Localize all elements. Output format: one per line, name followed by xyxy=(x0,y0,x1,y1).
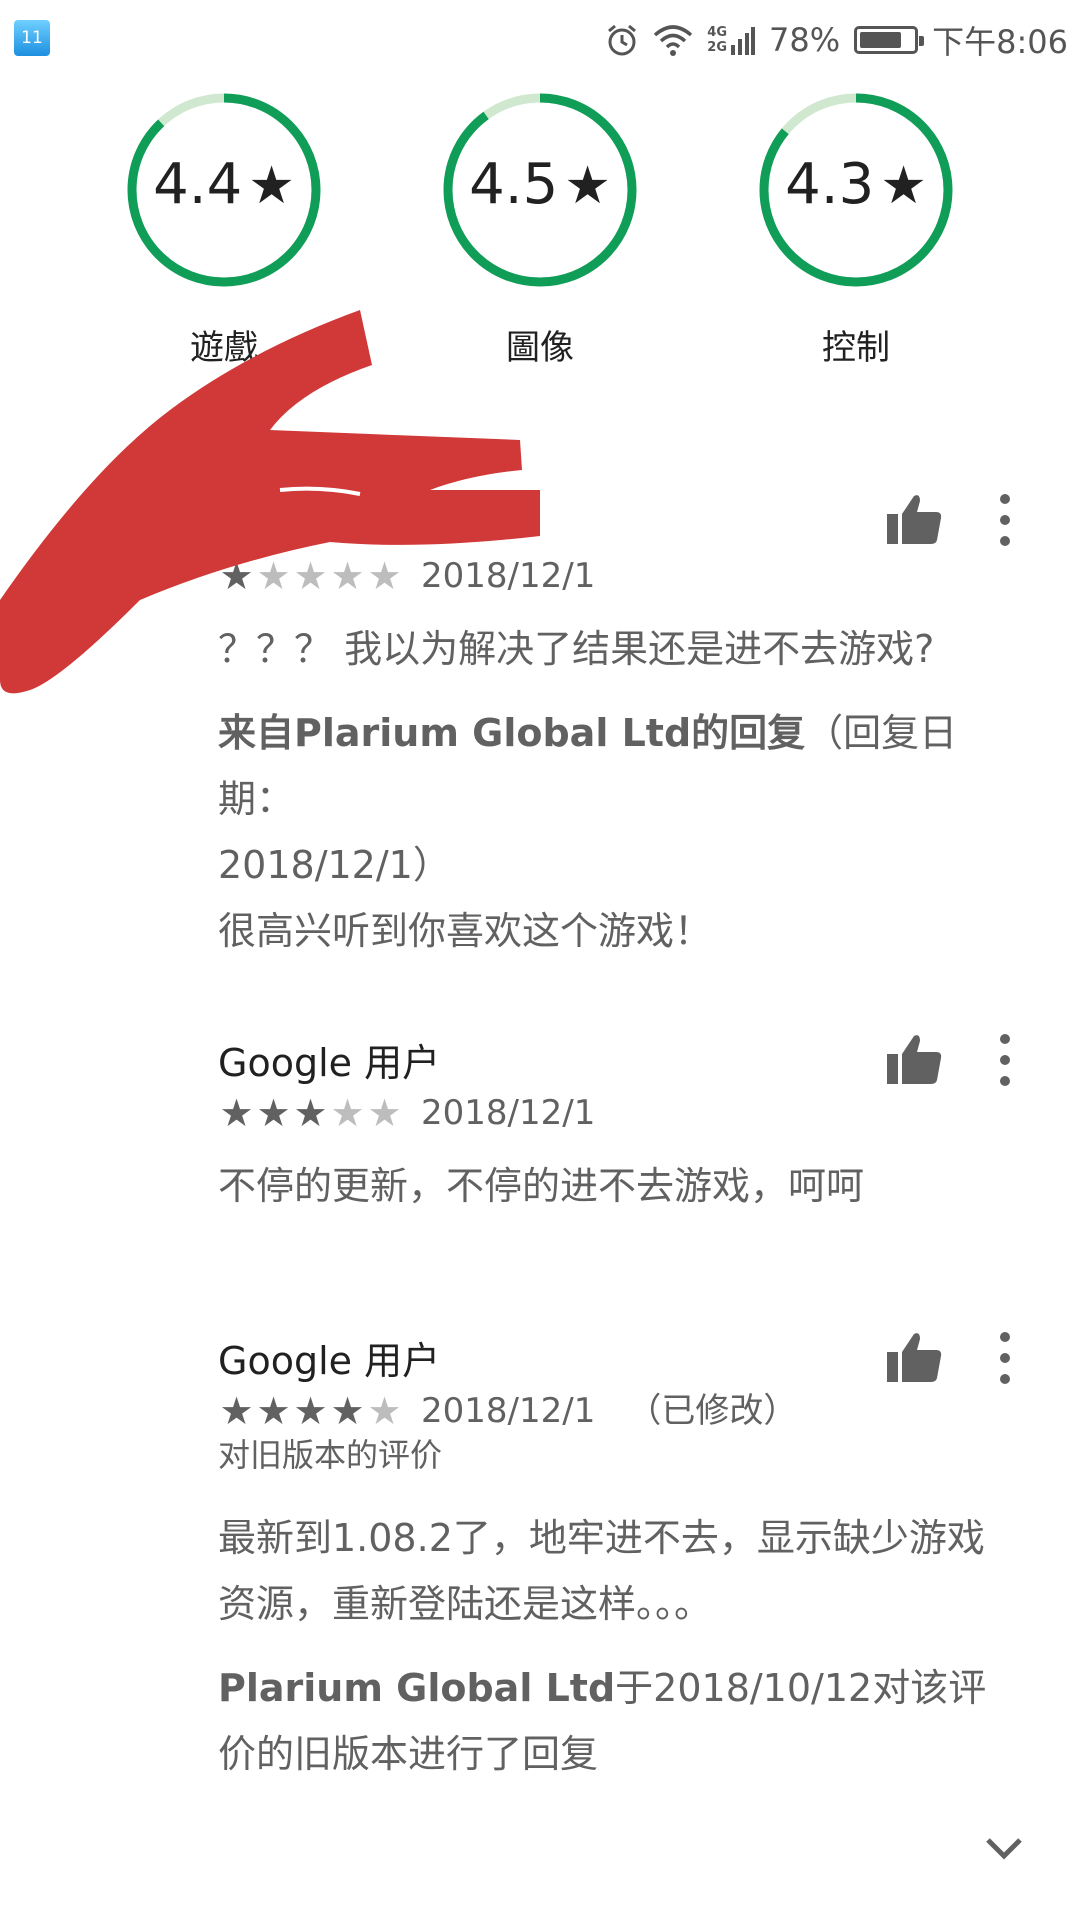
reply-date: 2018/12/1） xyxy=(218,843,451,887)
rating-controls: 4.3 ★ 控制 xyxy=(754,88,958,369)
review-meta: ★ ★ ★ ★ ★ 2018/12/1 xyxy=(218,1089,1018,1137)
star-filled-icon: ★ xyxy=(293,1389,328,1433)
rating-value: 4.5 ★ xyxy=(469,152,611,217)
thumbs-up-icon[interactable] xyxy=(884,1328,944,1388)
star-empty-icon: ★ xyxy=(367,1389,402,1433)
review-card: Google 用户 ★ ★ ★ ★ ★ 2018/12/1 （已修改） 对旧版本的评价 … xyxy=(218,1335,1018,1787)
star-filled-icon: ★ xyxy=(330,1389,365,1433)
star-filled-icon: ★ xyxy=(219,1389,254,1433)
signal-icon xyxy=(731,27,755,55)
notification-app-icon: 11 xyxy=(14,20,50,56)
rating-value: 4.3 ★ xyxy=(785,152,927,217)
review-text: 最新到1.08.2了，地牢进不去，显示缺少游戏资源，重新登陆还是这样。。。 xyxy=(218,1516,985,1626)
thumbs-up-icon[interactable] xyxy=(884,490,944,550)
developer-reply-header: 来自Plarium Global Ltd的回复（回复日期： 2018/12/1） xyxy=(218,711,958,887)
developer-reply-notice[interactable]: Plarium Global Ltd于2018/10/12对该评价的旧版本进行了… xyxy=(218,1655,1018,1787)
rating-value: 4.4 ★ xyxy=(153,152,295,217)
star-icon: ★ xyxy=(564,156,611,216)
more-vert-icon[interactable] xyxy=(990,1025,1020,1095)
battery-fill xyxy=(860,32,901,48)
wifi-icon xyxy=(654,25,693,56)
older-version-label: 对旧版本的评价 xyxy=(218,1436,443,1474)
clock: 下午8:06 xyxy=(932,23,1068,61)
rating-label: 控制 xyxy=(822,328,890,368)
redaction-scribble xyxy=(0,310,540,694)
battery-icon xyxy=(854,26,925,54)
star-empty-icon: ★ xyxy=(367,1091,402,1135)
star-empty-icon: ★ xyxy=(330,1091,365,1135)
review-date: 2018/12/1 xyxy=(421,1093,596,1133)
star-filled-icon: ★ xyxy=(256,1389,291,1433)
edited-label: （已修改） xyxy=(627,1391,798,1431)
network-type-top: 4G xyxy=(707,25,727,40)
developer-name: Plarium Global Ltd xyxy=(218,1666,616,1710)
star-rating: ★ ★ ★ ★ ★ xyxy=(218,1391,403,1431)
battery-percent: 78% xyxy=(769,21,841,59)
star-icon: ★ xyxy=(880,156,927,216)
star-filled-icon: ★ xyxy=(219,1091,254,1135)
star-filled-icon: ★ xyxy=(293,1091,328,1135)
star-filled-icon: ★ xyxy=(256,1091,291,1135)
review-date: 2018/12/1 xyxy=(421,1391,596,1431)
network-indicator: 4G 2G xyxy=(707,25,755,55)
status-bar: 11 4G 2G 78% 下午8:06 xyxy=(0,0,1080,80)
star-icon: ★ xyxy=(248,156,295,216)
star-rating: ★ ★ ★ ★ ★ xyxy=(218,1093,403,1133)
review-text: 不停的更新，不停的进不去游戏，呵呵 xyxy=(218,1164,865,1208)
alarm-icon xyxy=(608,24,637,56)
more-vert-icon[interactable] xyxy=(990,485,1020,555)
network-type-bottom: 2G xyxy=(707,40,727,55)
thumbs-up-icon[interactable] xyxy=(884,1030,944,1090)
review-meta: ★ ★ ★ ★ ★ 2018/12/1 （已修改） xyxy=(218,1387,1018,1435)
developer-reply-text: 很高兴听到你喜欢这个游戏！ xyxy=(218,909,713,953)
status-icons: 4G 2G 78% 下午8:06 xyxy=(605,16,1068,64)
chevron-down-icon[interactable] xyxy=(982,1826,1026,1870)
more-vert-icon[interactable] xyxy=(990,1323,1020,1393)
